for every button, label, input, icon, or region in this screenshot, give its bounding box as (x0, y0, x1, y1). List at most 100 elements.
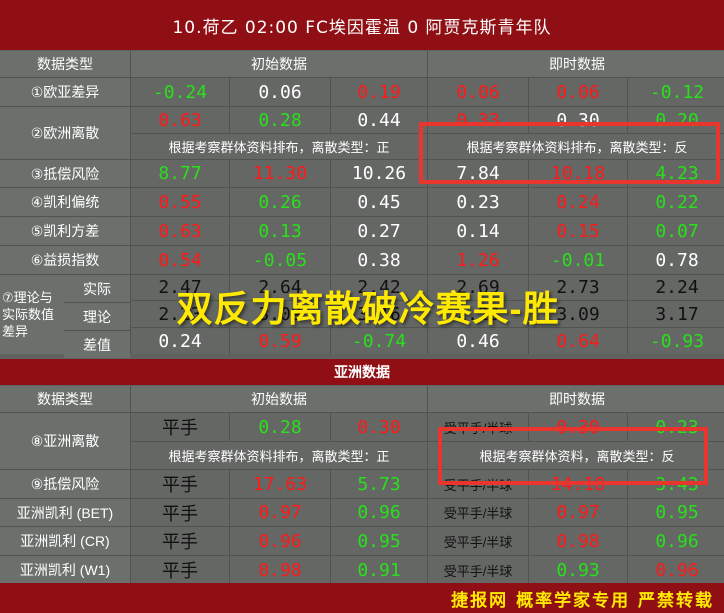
value-cell: 0.19 (331, 78, 427, 106)
sublabel-actual: 实际 (64, 276, 130, 302)
value-cell: -0.05 (230, 246, 330, 274)
value-cell: 0.95 (331, 527, 427, 555)
value-cell: 0.24 (131, 328, 229, 354)
value-cell: 0.07 (628, 217, 724, 245)
value-cell: 1.26 (428, 246, 528, 274)
value-cell: 0.30 (331, 413, 427, 441)
value-cell: 4.23 (628, 160, 724, 187)
value-cell: 0.28 (230, 413, 330, 441)
handicap-cell: 受平手/半球 (428, 527, 528, 555)
asia-note-initial: 根据考察群体资料排布，离散类型：正 (131, 442, 427, 469)
value-cell: 0.91 (331, 556, 427, 584)
match-title: 10.荷乙 02:00 FC埃因霍温 0 阿贾克斯青年队 (172, 17, 552, 38)
asia-note-live: 根据考察群体资料，离散类型：反 (428, 442, 724, 469)
value-cell: 2.47 (131, 275, 229, 300)
value-cell: 0.78 (628, 246, 724, 274)
value-cell: 2.24 (628, 275, 724, 300)
value-cell: -0.24 (131, 78, 229, 106)
value-cell: 8.77 (131, 160, 229, 187)
value-cell: 0.54 (131, 246, 229, 274)
asia-col-header-live: 即时数据 (428, 386, 724, 412)
row-label-kelly-bet: 亚洲凯利 (BET) (0, 499, 130, 526)
handicap-cell: 平手 (131, 413, 229, 441)
row-label-asia-dispersion: ⑧亚洲离散 (0, 413, 130, 469)
value-cell: 0.30 (529, 107, 627, 133)
value-cell: 0.93 (529, 556, 627, 584)
value-cell: 2.69 (428, 275, 528, 300)
value-cell: 0.23 (628, 413, 724, 441)
value-cell: 0.06 (230, 78, 330, 106)
row-label-asia-compensation-risk: ⑨抵偿风险 (0, 470, 130, 498)
handicap-cell: 受平手/半球 (428, 556, 528, 584)
row-label-euro-dispersion: ②欧洲离散 (0, 107, 130, 159)
value-cell: 0.95 (628, 499, 724, 526)
handicap-cell: 受平手/半球 (428, 470, 528, 498)
value-cell: 0.06 (428, 78, 528, 106)
value-cell: -0.74 (331, 328, 427, 354)
row-label-kelly-w1: 亚洲凯利 (W1) (0, 556, 130, 584)
value-cell: 0.27 (331, 217, 427, 245)
theory-actual-sublabels: 实际 理论 差值 (64, 276, 130, 358)
value-cell: 0.33 (428, 107, 528, 133)
value-cell: 0.14 (428, 217, 528, 245)
value-cell: 11.30 (230, 160, 330, 187)
dispersion-note-live: 根据考察群体资料排布，离散类型：反 (428, 134, 724, 159)
value-cell: 3.43 (628, 470, 724, 498)
value-cell: 3.09 (529, 301, 627, 327)
value-cell: 10.26 (331, 160, 427, 187)
value-cell: 0.30 (529, 413, 627, 441)
value-cell: 3.09 (230, 301, 330, 327)
value-cell: 0.38 (331, 246, 427, 274)
col-header-type: 数据类型 (0, 51, 130, 77)
row-label-euro-asia-diff: ①欧亚差异 (0, 78, 130, 106)
value-cell: 10.18 (529, 160, 627, 187)
asia-col-header-type: 数据类型 (0, 386, 130, 412)
match-title-bar: 10.荷乙 02:00 FC埃因霍温 0 阿贾克斯青年队 (0, 0, 724, 50)
value-cell: 14.18 (529, 470, 627, 498)
value-cell: 0.96 (331, 499, 427, 526)
value-cell: 17.63 (230, 470, 330, 498)
value-cell: 0.55 (131, 188, 229, 216)
row-label-kelly-cr: 亚洲凯利 (CR) (0, 527, 130, 555)
asia-section-bar: 亚洲数据 (0, 359, 724, 385)
asia-section-title: 亚洲数据 (334, 365, 390, 381)
value-cell: 0.44 (331, 107, 427, 133)
value-cell: 2.42 (331, 275, 427, 300)
col-header-initial: 初始数据 (131, 51, 427, 77)
value-cell: 0.23 (428, 188, 528, 216)
handicap-cell: 平手 (131, 556, 229, 584)
value-cell: 0.98 (529, 527, 627, 555)
asia-data-table: 数据类型 初始数据 即时数据 ⑧亚洲离散 平手 0.28 0.30 受平手/半球… (0, 386, 724, 584)
value-cell: 0.97 (230, 499, 330, 526)
handicap-cell: 平手 (131, 527, 229, 555)
theory-actual-label-text: ⑦理论与实际数值差异 (2, 290, 55, 339)
value-cell: 0.28 (230, 107, 330, 133)
value-cell: 2.23 (131, 301, 229, 327)
value-cell: 0.97 (529, 499, 627, 526)
sublabel-theory: 理论 (64, 303, 130, 330)
value-cell: 5.73 (331, 470, 427, 498)
value-cell: 0.22 (628, 188, 724, 216)
value-cell: 3.17 (628, 301, 724, 327)
value-cell: 2.64 (230, 275, 330, 300)
handicap-cell: 平手 (131, 470, 229, 498)
value-cell: 7.84 (428, 160, 528, 187)
handicap-cell: 受平手/半球 (428, 499, 528, 526)
value-cell: 0.15 (529, 217, 627, 245)
row-label-profit-loss-index: ⑥益损指数 (0, 246, 130, 274)
sublabel-diff: 差值 (64, 331, 130, 358)
value-cell: 0.96 (628, 527, 724, 555)
asia-col-header-initial: 初始数据 (131, 386, 427, 412)
value-cell: 0.96 (628, 556, 724, 584)
value-cell: 0.64 (529, 328, 627, 354)
value-cell: 0.26 (230, 188, 330, 216)
value-cell: 3.16 (331, 301, 427, 327)
value-cell: 0.63 (131, 107, 229, 133)
col-header-live: 即时数据 (428, 51, 724, 77)
value-cell: 2.23 (428, 301, 528, 327)
handicap-cell: 平手 (131, 499, 229, 526)
dispersion-note-initial: 根据考察群体资料排布，离散类型：正 (131, 134, 427, 159)
value-cell: 0.96 (230, 527, 330, 555)
value-cell: -0.12 (628, 78, 724, 106)
value-cell: 0.13 (230, 217, 330, 245)
